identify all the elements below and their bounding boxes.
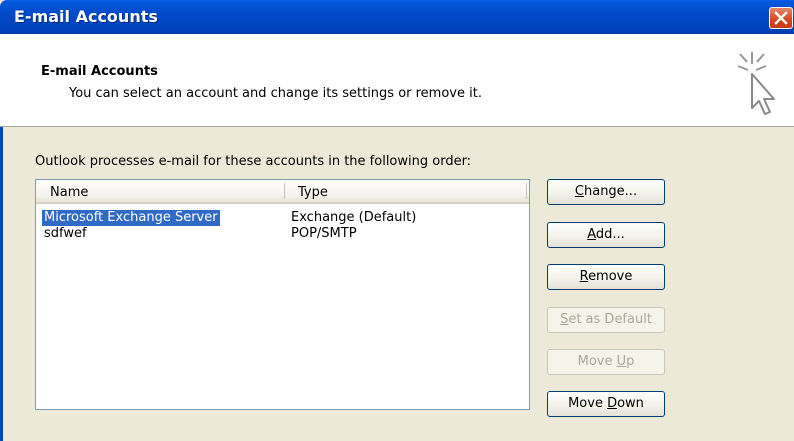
- dialog-body: Outlook processes e-mail for these accou…: [0, 127, 794, 441]
- access-key: R: [579, 269, 589, 284]
- window-title: E-mail Accounts: [14, 7, 158, 26]
- move-up-button[interactable]: Move Up: [547, 349, 665, 375]
- close-button[interactable]: [769, 7, 793, 29]
- accounts-list-label: Outlook processes e-mail for these accou…: [35, 154, 472, 169]
- window-border: [0, 127, 3, 441]
- button-label: hange...: [583, 184, 638, 199]
- button-label: dd...: [595, 227, 625, 242]
- access-key: A: [587, 227, 596, 242]
- account-row[interactable]: Microsoft Exchange Server Exchange (Defa…: [36, 209, 529, 227]
- dialog-header: E-mail Accounts You can select an accoun…: [0, 34, 794, 127]
- access-key: U: [616, 354, 627, 369]
- account-name: Microsoft Exchange Server: [41, 209, 221, 227]
- remove-button[interactable]: Remove: [547, 264, 665, 290]
- button-label: Move: [568, 396, 608, 411]
- header-title: E-mail Accounts: [41, 64, 158, 79]
- move-down-button[interactable]: Move Down: [547, 391, 665, 417]
- button-label: et as Default: [568, 312, 652, 327]
- account-type: POP/SMTP: [291, 226, 357, 241]
- account-name: sdfwef: [44, 226, 87, 241]
- accounts-list[interactable]: Name Type Microsoft Exchange Server Exch…: [35, 179, 530, 410]
- sparkle-cursor-icon: [737, 52, 775, 115]
- button-label: emove: [588, 269, 633, 284]
- button-label: Move: [577, 354, 617, 369]
- button-label: p: [626, 354, 635, 369]
- column-header-name[interactable]: Name: [50, 185, 88, 200]
- add-button[interactable]: Add...: [547, 222, 665, 248]
- list-header: Name Type: [36, 180, 529, 204]
- account-type: Exchange (Default): [291, 210, 417, 225]
- change-button[interactable]: Change...: [547, 179, 665, 205]
- close-icon: [774, 11, 788, 25]
- button-label: own: [617, 396, 644, 411]
- title-bar[interactable]: E-mail Accounts: [0, 0, 794, 34]
- account-row[interactable]: sdfwef POP/SMTP: [36, 226, 529, 242]
- column-divider[interactable]: [284, 183, 285, 199]
- column-divider[interactable]: [526, 183, 527, 199]
- access-key: D: [607, 396, 618, 411]
- column-header-type[interactable]: Type: [298, 185, 328, 200]
- access-key: C: [574, 184, 584, 199]
- set-as-default-button[interactable]: Set as Default: [547, 307, 665, 333]
- header-subtitle: You can select an account and change its…: [69, 86, 482, 101]
